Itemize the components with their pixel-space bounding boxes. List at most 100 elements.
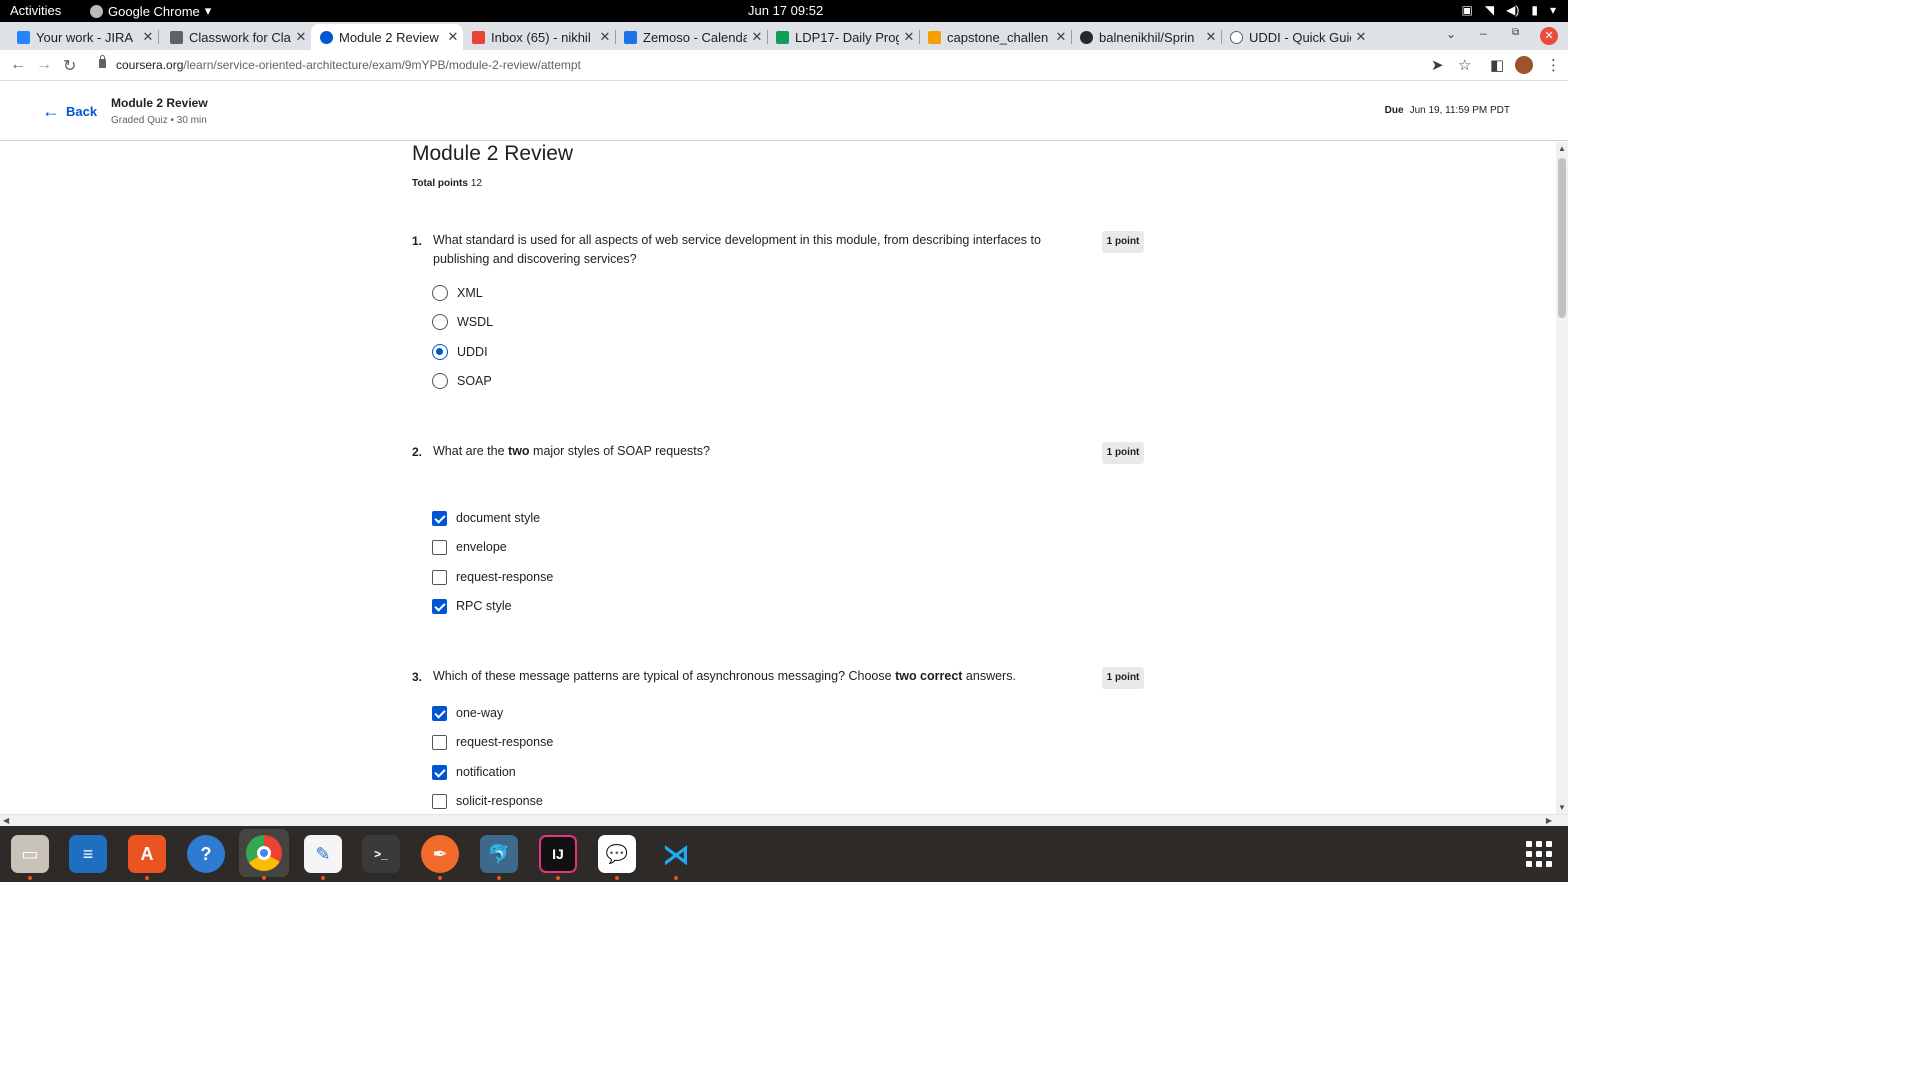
close-icon[interactable]: ✕ [1201,29,1221,45]
checkbox[interactable] [432,734,447,750]
checkbox[interactable] [432,569,447,585]
restore-icon[interactable]: ⧉ [1512,27,1519,38]
radio-option[interactable]: UDDI [432,343,488,361]
back-arrow-icon[interactable]: ← [10,56,26,74]
radio-button-selected[interactable] [432,344,448,360]
volume-icon[interactable]: ◀) [1506,3,1519,17]
tab-search-icon[interactable]: ⌄ [1446,27,1456,41]
intellij-icon[interactable]: IJ [539,835,577,873]
radio-option[interactable]: SOAP [432,372,492,390]
radio-button[interactable] [432,314,448,330]
checkbox[interactable] [432,793,447,809]
radio-button[interactable] [432,373,448,389]
tab-jira[interactable]: Your work - JIRA ✕ [0,24,159,50]
address-bar[interactable]: coursera.org/learn/service-oriented-arch… [116,58,581,72]
tab-capstone[interactable]: capstone_challen ✕ [919,24,1072,50]
scroll-right-icon[interactable]: ▶ [1546,816,1552,825]
close-icon[interactable]: ✕ [595,29,615,45]
clock[interactable]: Jun 17 09:52 [748,3,823,18]
scroll-left-icon[interactable]: ◀ [3,816,9,825]
close-icon[interactable]: ✕ [1351,29,1371,45]
checkbox-option[interactable]: request-response [432,568,553,586]
back-link[interactable]: ← Back [42,102,97,120]
running-indicator [28,876,32,880]
scroll-up-icon[interactable]: ▲ [1558,144,1566,153]
chat-icon[interactable]: 💬 [598,835,636,873]
battery-icon[interactable]: ▮ [1531,3,1538,17]
checkbox-option[interactable]: envelope [432,538,507,556]
close-icon[interactable]: ✕ [899,29,919,45]
chrome-icon[interactable] [239,829,289,877]
close-icon[interactable]: ✕ [443,29,463,45]
total-points: Total points 12 [412,178,482,189]
checkbox-option[interactable]: notification [432,763,516,781]
radio-option[interactable]: XML [432,284,483,302]
tab-uddi[interactable]: UDDI - Quick Guid ✕ [1221,24,1371,50]
quiz-header: ← Back Module 2 Review Graded Quiz • 30 … [0,82,1568,141]
tab-calendar[interactable]: Zemoso - Calenda ✕ [615,24,768,50]
tab-github[interactable]: balnenikhil/Sprin ✕ [1071,24,1222,50]
bookmark-star-icon[interactable]: ☆ [1458,56,1471,74]
radio-option[interactable]: WSDL [432,313,493,331]
vscode-icon[interactable]: ⋊ [657,835,695,873]
profile-avatar[interactable] [1515,56,1533,74]
vertical-scrollbar[interactable]: ▲ ▼ [1556,142,1568,814]
system-top-bar: Activities Google Chrome ▾ Jun 17 09:52 … [0,0,1568,22]
close-icon[interactable]: ✕ [291,29,311,45]
quiz-content[interactable]: Module 2 Review Total points 12 1. What s… [0,142,1556,814]
checkbox-checked[interactable] [432,705,447,721]
close-icon[interactable]: ✕ [747,29,767,45]
show-applications-icon[interactable] [1526,841,1552,867]
tab-module-2-review[interactable]: Module 2 Review | ✕ [311,24,463,50]
checkbox-checked[interactable] [432,598,447,614]
activities-button[interactable]: Activities [10,3,61,18]
notification-icon[interactable]: ▣ [1462,3,1473,17]
checkbox-checked[interactable] [432,764,447,780]
checkbox-option[interactable]: request-response [432,733,553,751]
checkbox-option[interactable]: RPC style [432,597,512,615]
scroll-down-icon[interactable]: ▼ [1558,803,1566,812]
files-icon[interactable]: ▭ [11,835,49,873]
checkbox-option[interactable]: solicit-response [432,792,543,810]
side-panel-icon[interactable]: ◧ [1490,56,1504,74]
option-label: SOAP [457,374,492,388]
minimize-icon[interactable]: – [1480,26,1487,40]
checkbox-option[interactable]: one-way [432,704,503,722]
radio-button[interactable] [432,285,448,301]
checkbox-option[interactable]: document style [432,509,540,527]
software-icon[interactable]: A [128,835,166,873]
tab-gmail[interactable]: Inbox (65) - nikhil ✕ [463,24,616,50]
checkbox-checked[interactable] [432,510,447,526]
system-tray[interactable]: ▣ ◥ ◀) ▮ ▾ [1462,3,1556,17]
tab-title: Module 2 Review | [339,29,443,45]
running-indicator [321,876,325,880]
total-points-value: 12 [470,178,483,189]
terminal-icon[interactable]: >_ [362,835,400,873]
send-icon[interactable]: ➤ [1431,56,1444,74]
writer-icon[interactable]: ≡ [69,835,107,873]
help-icon[interactable]: ? [187,835,225,873]
tab-title: Inbox (65) - nikhil [491,29,591,45]
power-menu-icon[interactable]: ▾ [1550,3,1556,17]
reload-icon[interactable]: ↻ [63,56,76,76]
text-editor-icon[interactable]: ✎ [304,835,342,873]
inkscape-icon[interactable]: ✒ [421,835,459,873]
app-menu[interactable]: Google Chrome ▾ [90,3,211,19]
running-indicator [497,876,501,880]
window-close-icon[interactable]: ✕ [1540,27,1558,45]
tab-classwork[interactable]: Classwork for Cla ✕ [153,24,311,50]
scrollbar-thumb[interactable] [1558,158,1566,318]
mysql-workbench-icon[interactable]: 🐬 [480,835,518,873]
horizontal-scrollbar[interactable]: ◀ ▶ [0,814,1568,826]
app-name: Google Chrome [108,3,200,19]
close-icon[interactable]: ✕ [1051,29,1071,45]
checkbox[interactable] [432,539,447,555]
option-label: RPC style [456,599,512,613]
tab-sheets[interactable]: LDP17- Daily Prog ✕ [767,24,920,50]
wifi-icon[interactable]: ◥ [1485,3,1494,17]
lock-icon[interactable] [99,55,106,68]
forward-arrow-icon[interactable]: → [36,56,52,74]
url-path: /learn/service-oriented-architecture/exa… [183,58,581,72]
kebab-menu-icon[interactable]: ⋮ [1546,56,1561,74]
running-indicator [556,876,560,880]
